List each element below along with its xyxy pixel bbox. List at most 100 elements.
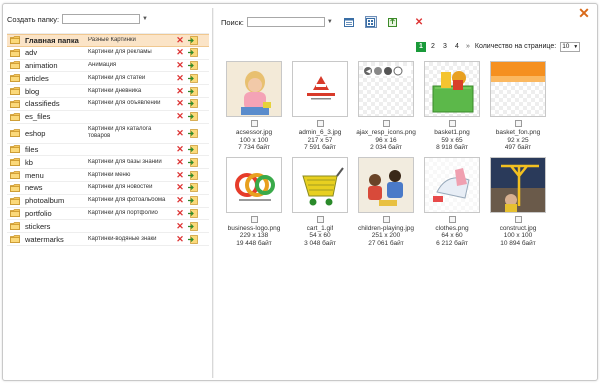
delete-folder-icon[interactable]: ✕ <box>174 144 186 155</box>
insert-folder-icon[interactable] <box>186 86 200 96</box>
folder-row[interactable]: Главная папка Разные Картинки ✕ <box>7 34 209 47</box>
folder-name[interactable]: news <box>25 183 88 192</box>
page-1[interactable]: 1 <box>416 41 426 52</box>
delete-folder-icon[interactable]: ✕ <box>174 157 186 168</box>
folder-name[interactable]: portfolio <box>25 209 88 218</box>
insert-folder-icon[interactable] <box>186 170 200 180</box>
delete-folder-icon[interactable]: ✕ <box>174 73 186 84</box>
folder-name[interactable]: articles <box>25 74 88 83</box>
delete-folder-icon[interactable]: ✕ <box>174 234 186 245</box>
search-input[interactable] <box>246 17 325 27</box>
per-page-select[interactable]: 10 ▼ <box>560 41 581 52</box>
insert-folder-icon[interactable] <box>186 183 200 193</box>
delete-folder-icon[interactable]: ✕ <box>174 221 186 232</box>
file-preview-image[interactable]: ◀ <box>358 61 414 117</box>
folder-name[interactable]: blog <box>25 87 88 96</box>
folder-row[interactable]: news Картинки для новостей ✕ <box>7 182 209 195</box>
file-preview-image[interactable] <box>226 156 282 213</box>
insert-folder-icon[interactable] <box>186 36 200 45</box>
folder-row[interactable]: eshop Картинки для каталога товаров ✕ <box>7 124 209 144</box>
close-icon[interactable]: ✕ <box>577 6 591 20</box>
folder-row[interactable]: kb Картинки для базы знаний ✕ <box>7 156 209 170</box>
insert-folder-icon[interactable] <box>186 196 200 206</box>
folder-name[interactable]: watermarks <box>25 235 88 244</box>
panel-divider[interactable] <box>212 8 214 378</box>
delete-folder-icon[interactable]: ✕ <box>174 182 186 193</box>
file-select-checkbox[interactable] <box>316 215 324 223</box>
insert-folder-icon[interactable] <box>186 209 200 218</box>
file-select-checkbox[interactable] <box>382 215 390 223</box>
file-select-checkbox[interactable] <box>382 120 390 127</box>
file-select-checkbox[interactable] <box>448 120 456 127</box>
file-preview-image[interactable] <box>226 61 282 117</box>
folder-row[interactable]: stickers ✕ <box>7 220 209 234</box>
folder-row[interactable]: animation Анимация ✕ <box>7 60 209 73</box>
page-4[interactable]: 4 <box>452 42 462 52</box>
insert-folder-icon[interactable] <box>186 48 200 58</box>
delete-folder-icon[interactable]: ✕ <box>174 98 186 109</box>
file-select-checkbox[interactable] <box>448 215 456 223</box>
file-preview-image[interactable] <box>292 61 348 117</box>
insert-folder-icon[interactable] <box>186 221 200 231</box>
file-preview-image[interactable] <box>292 156 348 213</box>
folder-row[interactable]: es_files ✕ <box>7 111 209 124</box>
file-preview-image[interactable] <box>490 61 546 117</box>
page-2[interactable]: 2 <box>428 42 438 52</box>
list-view-icon[interactable] <box>343 16 355 28</box>
folder-name[interactable]: kb <box>25 158 88 167</box>
folder-name[interactable]: menu <box>25 171 88 180</box>
insert-folder-icon[interactable] <box>186 234 200 244</box>
create-folder-input[interactable] <box>62 14 140 24</box>
folder-name[interactable]: eshop <box>25 129 88 138</box>
file-preview-image[interactable] <box>424 61 480 117</box>
folder-name[interactable]: files <box>25 145 88 154</box>
folder-name[interactable]: stickers <box>25 222 88 231</box>
file-preview-image[interactable] <box>424 156 480 213</box>
upload-icon[interactable] <box>387 16 399 28</box>
delete-icon[interactable]: ✕ <box>415 17 423 28</box>
chevron-down-icon[interactable]: ▼ <box>327 19 333 25</box>
file-select-checkbox[interactable] <box>514 120 522 127</box>
folder-row[interactable]: watermarks Картинки-водяные знаки ✕ <box>7 233 209 246</box>
delete-folder-icon[interactable]: ✕ <box>174 208 186 219</box>
insert-folder-icon[interactable] <box>186 128 200 138</box>
insert-folder-icon[interactable] <box>186 73 200 83</box>
folder-row[interactable]: files ✕ <box>7 144 209 157</box>
insert-folder-icon[interactable] <box>186 157 200 167</box>
folder-name[interactable]: es_files <box>25 112 88 121</box>
folder-name[interactable]: adv <box>25 48 88 57</box>
folder-row[interactable]: adv Картинки для рекламы ✕ <box>7 47 209 60</box>
thumbnail-view-icon[interactable] <box>364 16 377 28</box>
folder-name[interactable]: animation <box>25 61 88 70</box>
insert-folder-icon[interactable] <box>186 112 200 122</box>
insert-folder-icon[interactable] <box>186 99 200 109</box>
chevron-down-icon[interactable]: ▼ <box>142 16 148 22</box>
file-preview-image[interactable] <box>358 156 414 213</box>
file-select-checkbox[interactable] <box>514 215 522 223</box>
file-preview-image[interactable] <box>490 156 546 213</box>
page-3[interactable]: 3 <box>440 42 450 52</box>
delete-folder-icon[interactable]: ✕ <box>174 195 186 206</box>
folder-row[interactable]: menu Картинки меню ✕ <box>7 169 209 182</box>
folder-row[interactable]: blog Картинки дневника ✕ <box>7 85 209 98</box>
folder-name[interactable]: photoalbum <box>25 196 88 205</box>
delete-folder-icon[interactable]: ✕ <box>174 170 186 181</box>
folder-row[interactable]: articles Картинки для статей ✕ <box>7 72 209 86</box>
folder-name[interactable]: Главная папка <box>25 36 88 45</box>
file-select-checkbox[interactable] <box>250 120 258 127</box>
delete-folder-icon[interactable]: ✕ <box>174 60 186 71</box>
file-select-checkbox[interactable] <box>316 120 324 127</box>
next-page-link[interactable]: » <box>466 43 470 50</box>
delete-folder-icon[interactable]: ✕ <box>174 111 186 122</box>
insert-folder-icon[interactable] <box>186 145 200 154</box>
folder-row[interactable]: classifieds Картинки для объявлений ✕ <box>7 98 209 111</box>
delete-folder-icon[interactable]: ✕ <box>174 47 186 58</box>
folder-row[interactable]: portfolio Картинки для портфолио ✕ <box>7 208 209 221</box>
delete-folder-icon[interactable]: ✕ <box>174 86 186 97</box>
delete-folder-icon[interactable]: ✕ <box>174 128 186 139</box>
folder-name[interactable]: classifieds <box>25 99 88 108</box>
folder-row[interactable]: photoalbum Картинки для фотоальбома ✕ <box>7 195 209 208</box>
file-select-checkbox[interactable] <box>250 215 258 223</box>
insert-folder-icon[interactable] <box>186 61 200 70</box>
delete-folder-icon[interactable]: ✕ <box>174 35 186 46</box>
